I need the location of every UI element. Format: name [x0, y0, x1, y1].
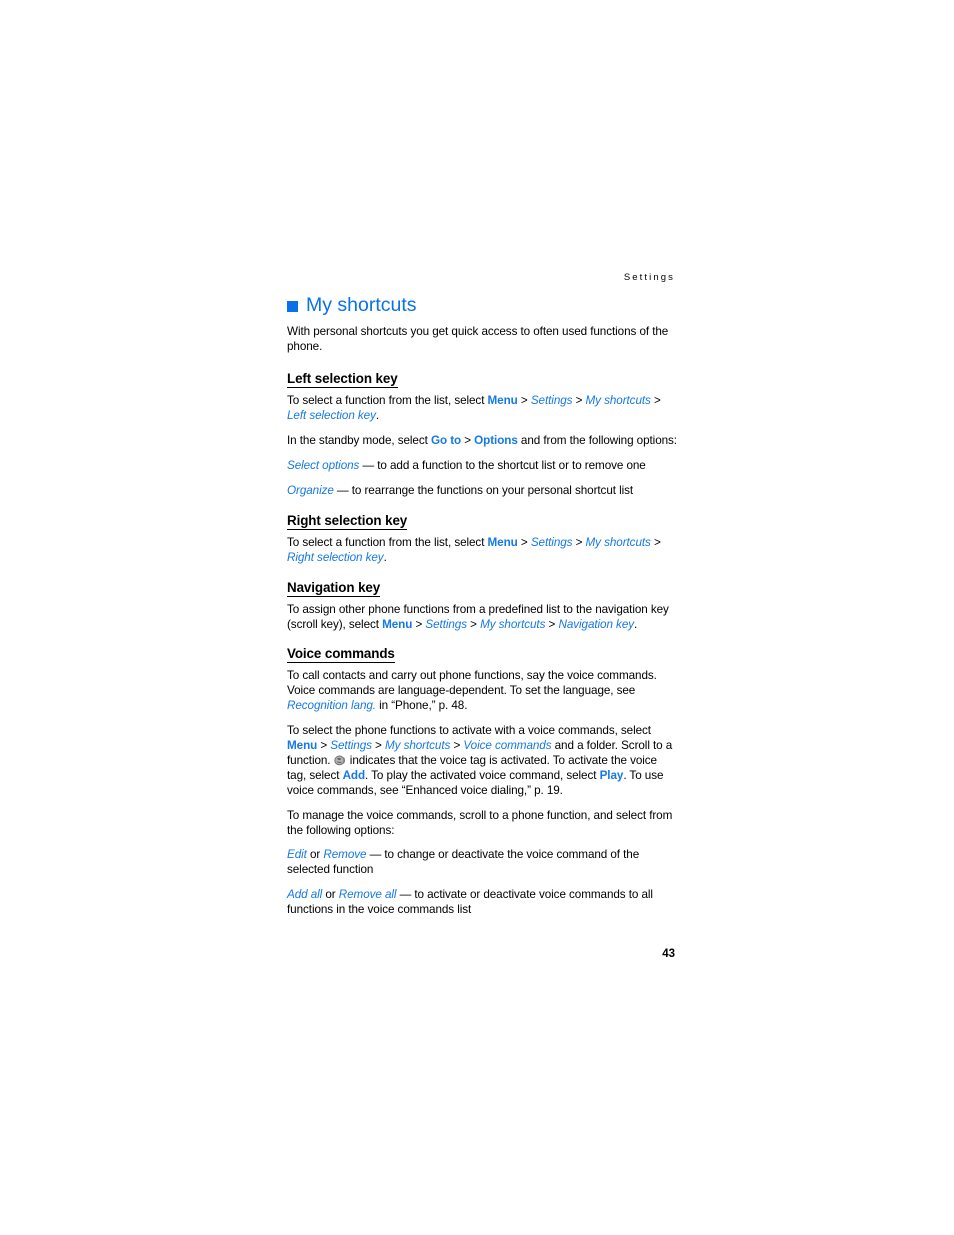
ui-right-selection-key: Right selection key [287, 550, 384, 564]
section-heading-voice-commands: Voice commands [287, 646, 679, 664]
text-tail: . [634, 617, 638, 631]
option-organize: Organize — to rearrange the functions on… [287, 484, 679, 499]
paragraph-voice-commands-intro: To call contacts and carry out phone fun… [287, 669, 679, 714]
ui-my-shortcuts: My shortcuts [585, 394, 651, 408]
paragraph-standby-options: In the standby mode, select Go to > Opti… [287, 434, 679, 449]
ui-select-options: Select options [287, 458, 360, 472]
paragraph-voice-commands-activate: To select the phone functions to activat… [287, 724, 679, 799]
ui-my-shortcuts: My shortcuts [480, 617, 546, 631]
running-head: Settings [623, 272, 675, 283]
page-title-text: My shortcuts [306, 294, 417, 316]
conjunction: or [306, 848, 324, 862]
ui-edit: Edit [287, 848, 307, 862]
text-tail: in “Phone,” p. 48. [375, 699, 468, 713]
ui-settings: Settings [330, 739, 372, 753]
ui-play: Play [599, 768, 624, 782]
text-lead: To call contacts and carry out phone fun… [287, 669, 657, 698]
ui-menu: Menu [287, 739, 318, 753]
option-description: — to add a function to the shortcut list… [359, 458, 646, 472]
page-title: My shortcuts [287, 294, 679, 316]
section-heading-text: Navigation key [287, 579, 381, 597]
path-separator: > [572, 394, 586, 408]
ui-settings: Settings [530, 394, 573, 408]
ui-my-shortcuts: My shortcuts [585, 535, 651, 549]
ui-navigation-key: Navigation key [558, 617, 635, 631]
option-edit-remove: Edit or Remove — to change or deactivate… [287, 848, 679, 878]
conjunction: or [322, 888, 339, 902]
path-separator: > [450, 739, 464, 753]
ui-left-selection-key: Left selection key [287, 409, 376, 423]
ui-remove: Remove [323, 848, 367, 862]
paragraph-navigation-key-path: To assign other phone functions from a p… [287, 603, 679, 633]
text-lead: To select a function from the list, sele… [287, 535, 488, 549]
paragraph-left-selection-path: To select a function from the list, sele… [287, 394, 679, 424]
ui-options: Options [474, 434, 518, 448]
option-description: — to rearrange the functions on your per… [333, 483, 634, 497]
path-separator: > [650, 394, 661, 408]
ui-remove-all: Remove all [338, 888, 397, 902]
square-bullet-icon [287, 301, 298, 313]
text-middle: . To play the activated voice command, s… [365, 768, 600, 782]
path-separator: > [371, 739, 385, 753]
text-lead: In the standby mode, select [287, 434, 431, 448]
section-heading-text: Left selection key [287, 371, 398, 389]
path-separator: > [517, 535, 531, 549]
ui-add: Add [342, 768, 366, 782]
ui-settings: Settings [425, 617, 467, 631]
page-number: 43 [662, 948, 675, 960]
section-heading-text: Right selection key [287, 512, 408, 530]
text-lead: To select the phone functions to activat… [287, 724, 651, 738]
ui-menu: Menu [487, 394, 518, 408]
section-heading-navigation-key: Navigation key [287, 580, 679, 597]
content-column: My shortcuts With personal shortcuts you… [287, 294, 679, 918]
text-tail: and from the following options: [517, 434, 677, 448]
ui-menu: Menu [382, 617, 413, 631]
voice-tag-icon [333, 755, 347, 766]
text-tail: . [375, 409, 380, 423]
ui-recognition-lang: Recognition lang. [287, 699, 376, 713]
text-lead: To select a function from the list, sele… [287, 394, 488, 408]
ui-settings: Settings [530, 535, 573, 549]
ui-go-to: Go to [430, 434, 462, 448]
section-heading-text: Voice commands [287, 646, 395, 664]
path-separator: > [466, 617, 481, 631]
path-separator: > [517, 394, 531, 408]
path-separator: > [650, 535, 661, 549]
paragraph-right-selection-path: To select a function from the list, sele… [287, 536, 679, 566]
option-select-options: Select options — to add a function to th… [287, 459, 679, 474]
ui-voice-commands: Voice commands [463, 739, 552, 753]
document-page: Settings My shortcuts With personal shor… [0, 0, 954, 1235]
ui-add-all: Add all [287, 888, 323, 902]
path-separator: > [545, 617, 559, 631]
option-add-all-remove-all: Add all or Remove all — to activate or d… [287, 888, 679, 918]
section-heading-left-selection-key: Left selection key [287, 371, 679, 389]
ui-menu: Menu [487, 535, 518, 549]
text-tail: . [383, 550, 387, 564]
path-separator: > [412, 617, 426, 631]
ui-organize: Organize [287, 483, 334, 497]
paragraph-voice-commands-manage: To manage the voice commands, scroll to … [287, 808, 673, 837]
path-separator: > [461, 434, 475, 448]
section-heading-right-selection-key: Right selection key [287, 513, 679, 530]
ui-my-shortcuts: My shortcuts [384, 739, 451, 753]
chapter-intro: With personal shortcuts you get quick ac… [287, 325, 669, 354]
path-separator: > [317, 739, 331, 753]
path-separator: > [572, 535, 586, 549]
